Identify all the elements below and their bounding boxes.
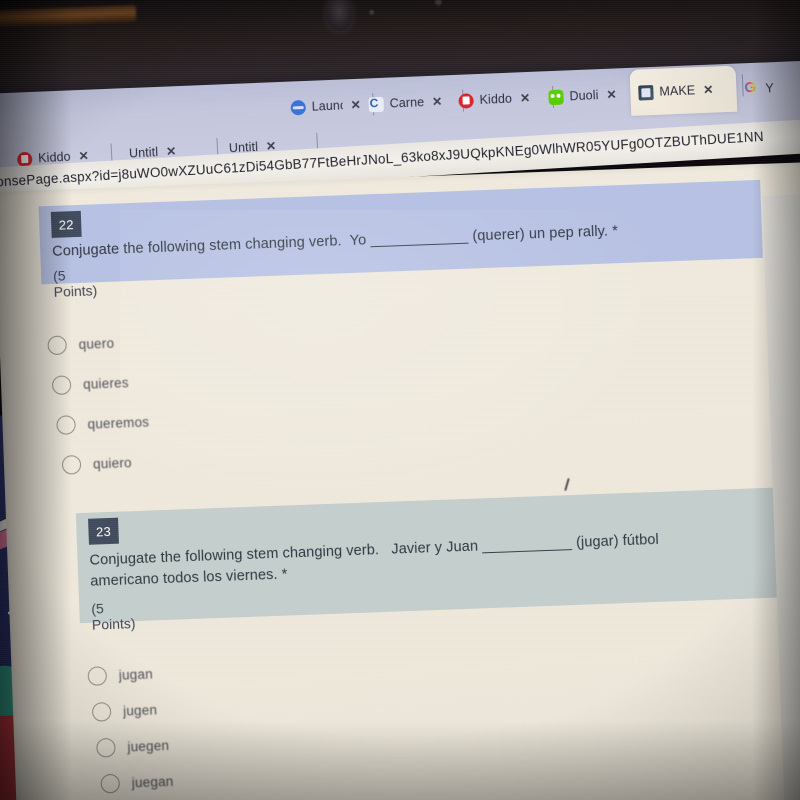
duolingo-icon [548, 89, 564, 105]
option-row[interactable]: quieres [51, 373, 130, 395]
makecode-icon [638, 84, 654, 101]
option-label: quiero [92, 455, 133, 472]
question-points: (5 Points) [91, 600, 136, 633]
option-row[interactable]: juegan [100, 772, 174, 794]
close-icon[interactable]: ✕ [703, 83, 714, 97]
globe-icon [290, 99, 307, 116]
option-row[interactable]: juegen [96, 736, 169, 758]
option-row[interactable]: jugan [87, 665, 153, 686]
bezel-highlight [0, 5, 137, 29]
clever-icon [368, 96, 384, 112]
option-row[interactable]: jugen [91, 700, 158, 722]
kahoot-icon [458, 92, 474, 109]
radio-button-icon[interactable] [51, 375, 72, 395]
option-label: quero [78, 335, 115, 352]
tab-title: Duoli [569, 88, 599, 104]
camera-indicator-icon [369, 9, 375, 15]
option-row[interactable]: quero [47, 334, 115, 356]
close-icon[interactable]: ✕ [606, 87, 617, 101]
radio-button-icon[interactable] [47, 335, 68, 356]
close-icon[interactable]: ✕ [520, 91, 531, 105]
option-label: juegan [131, 773, 174, 791]
question-number-badge: 22 [50, 210, 82, 238]
radio-button-icon[interactable] [91, 702, 112, 722]
close-icon[interactable]: ✕ [432, 94, 443, 108]
tab-title: Launc [311, 98, 343, 114]
tab-title: Kiddo [479, 91, 513, 107]
radio-button-icon[interactable] [96, 737, 116, 758]
close-icon[interactable]: ✕ [350, 98, 361, 112]
question-points: (5 Points) [52, 267, 98, 300]
question-number-badge: 23 [88, 517, 119, 545]
option-row[interactable]: quiero [61, 453, 133, 475]
tab-title: MAKE [659, 83, 696, 99]
option-label: jugen [122, 702, 158, 719]
webcam-icon [325, 0, 353, 32]
option-label: jugan [118, 666, 154, 683]
tab-title: Carne [389, 95, 425, 111]
option-label: juegen [127, 737, 170, 755]
radio-button-icon[interactable] [56, 415, 76, 435]
option-label: quieres [82, 375, 130, 392]
laptop-screen-photo: Launc✕Carne✕Kiddo✕Duoli✕MAKE✕Y Kiddo✕Unt… [0, 0, 800, 800]
radio-button-icon[interactable] [87, 666, 108, 686]
microphone-icon [434, 0, 442, 6]
option-label: queremos [87, 414, 150, 432]
forms-page: 22 Conjugate the following stem changing… [0, 160, 800, 800]
radio-button-icon[interactable] [61, 454, 82, 475]
radio-button-icon[interactable] [100, 773, 121, 794]
option-row[interactable]: queremos [56, 412, 150, 435]
